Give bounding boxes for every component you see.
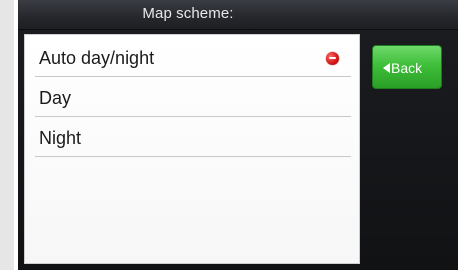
selected-indicator-icon (326, 52, 339, 65)
device-screen: Map scheme: Auto day/night Day Night Bac… (18, 0, 458, 270)
title-bar: Map scheme: (18, 0, 458, 30)
list-item-day[interactable]: Day (25, 79, 361, 117)
divider (35, 76, 351, 77)
list-item-night[interactable]: Night (25, 119, 361, 157)
left-arrow-icon (383, 63, 390, 73)
divider (35, 116, 351, 117)
back-button[interactable]: Back (372, 45, 442, 89)
left-margin (0, 0, 14, 270)
list-item-label: Night (39, 128, 82, 148)
page-title: Map scheme: (142, 5, 234, 22)
options-list: Auto day/night Day Night (24, 34, 360, 264)
list-item-label: Day (39, 88, 72, 108)
back-button-label: Back (391, 60, 423, 76)
divider (35, 156, 351, 157)
list-item-label: Auto day/night (39, 48, 155, 68)
list-item-auto-day-night[interactable]: Auto day/night (25, 39, 361, 77)
